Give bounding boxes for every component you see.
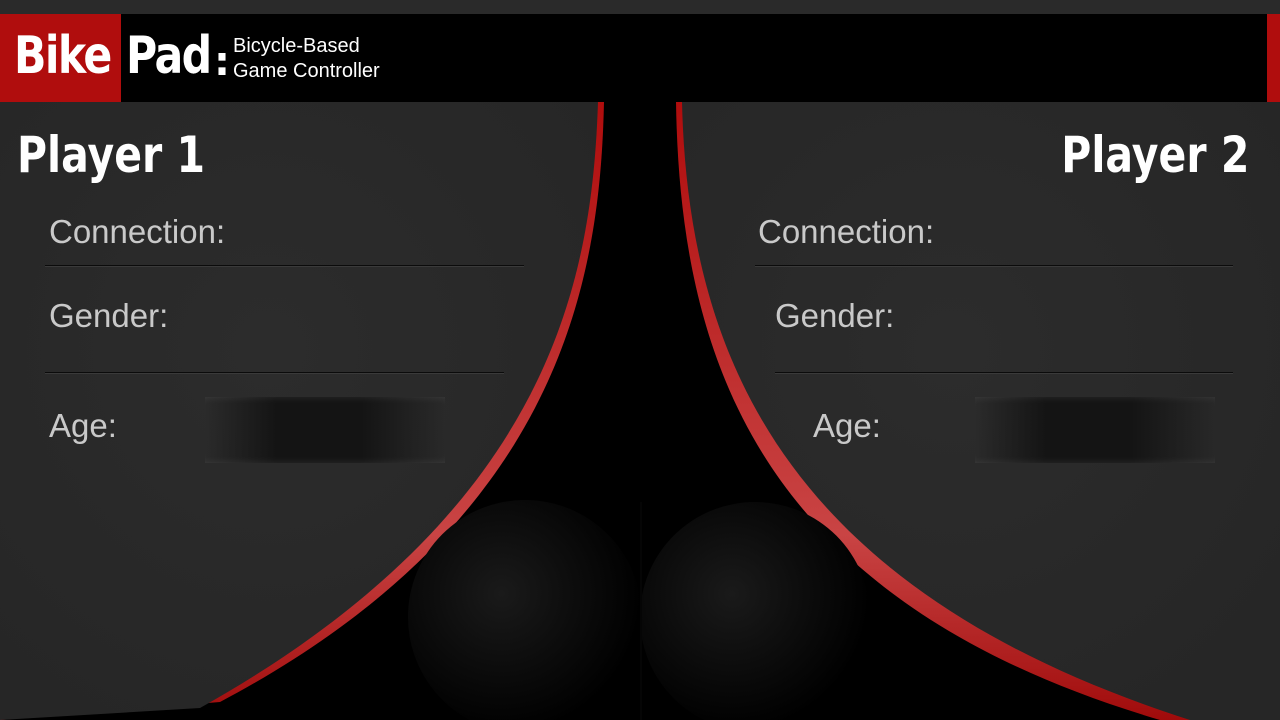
player1-age-label: Age: — [49, 407, 117, 444]
player1-title: Player 1 — [17, 126, 206, 184]
subtitle-line-2: Game Controller — [233, 60, 380, 82]
player1-age-input[interactable] — [205, 397, 445, 463]
app-header: Bike Pad : Bicycle-Based Game Controller — [0, 14, 1280, 102]
player1-connection-label: Connection: — [49, 213, 226, 250]
player2-connection-label: Connection: — [758, 213, 935, 250]
logo-colon: : — [214, 39, 230, 85]
logo-bike-text: Bike — [14, 26, 112, 86]
player2-gender-divider — [775, 372, 1233, 373]
player1-gender-label: Gender: — [49, 297, 169, 334]
player2-gender-label: Gender: — [775, 297, 895, 334]
center-column — [640, 502, 642, 720]
player2-age-input[interactable] — [975, 397, 1215, 463]
player2-title: Player 2 — [1060, 126, 1249, 184]
app-subtitle: Bicycle-Based Game Controller — [233, 34, 380, 84]
player1-gender-divider — [45, 372, 504, 373]
top-strip — [0, 0, 1280, 14]
logo-pad-text: Pad — [126, 26, 212, 86]
header-right-accent — [1267, 14, 1280, 102]
player1-connection-divider — [45, 265, 524, 266]
player2-connection-divider — [755, 265, 1233, 266]
subtitle-line-1: Bicycle-Based — [233, 35, 360, 57]
player2-age-label: Age: — [813, 407, 881, 444]
